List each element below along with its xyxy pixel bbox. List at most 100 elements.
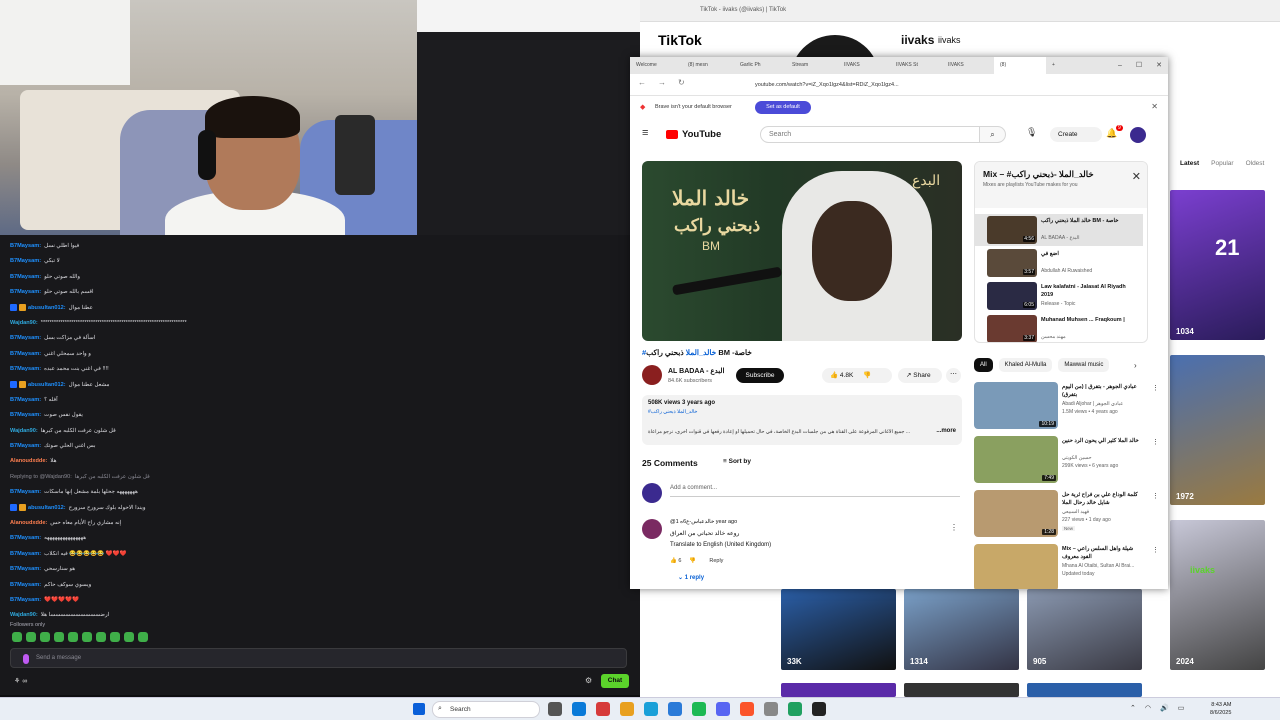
recommendation-item[interactable]: Mix – شيلة واهل السلس راعي الفود معروف Mh… (974, 544, 1164, 589)
chat-username[interactable]: B7Maysam: (10, 335, 41, 341)
tiktok-logo[interactable]: TikTok (658, 32, 702, 48)
browser-tab[interactable]: Stream (786, 57, 838, 74)
recommendation-title[interactable]: خالد الملا كثير الي يحون الرد حنين (1062, 437, 1142, 445)
chat-username[interactable]: B7Maysam: (10, 443, 41, 449)
tiktok-video-thumb[interactable]: iivaks 2024 (1170, 520, 1265, 670)
chip-mawwal-music[interactable]: Mawwal music (1058, 358, 1110, 372)
recommendation-title[interactable]: Mix – شيلة واهل السلس راعي الفود معروف (1062, 545, 1142, 561)
mix-item-thumbnail[interactable]: 4:56 (987, 216, 1037, 244)
recommendation-title[interactable]: عبادي الجوهر - بتفرق | (من اليوم بتفرق) (1062, 383, 1142, 399)
settings-icon[interactable] (764, 702, 778, 716)
browser-tab[interactable]: IIVAKS (838, 57, 890, 74)
search-icon[interactable]: ⌕ (980, 126, 1006, 143)
chevron-right-icon[interactable]: › (1134, 361, 1137, 370)
chip-all[interactable]: All (974, 358, 993, 372)
chat-username[interactable]: B7Maysam: (10, 289, 41, 295)
forward-icon[interactable]: → (658, 78, 666, 87)
chat-username[interactable]: B7Maysam: (10, 258, 41, 264)
tiktok-tab-title[interactable]: TikTok - iivaks (@iivaks) | TikTok (700, 7, 786, 13)
comment-menu-icon[interactable]: ⋮ (950, 523, 958, 532)
video-description[interactable]: 508K views 3 years ago #خالد_الملا ذبحني… (642, 395, 962, 445)
tiktok-video-thumb[interactable] (1027, 683, 1142, 697)
recommendation-menu-icon[interactable]: ⋮ (1152, 438, 1159, 446)
chat-username[interactable]: Wajdan90: (10, 612, 38, 618)
chat-username[interactable]: Wajdan90: (10, 320, 38, 326)
mix-item[interactable]: 3:37 Muhanad Muhsen ... Fraqkoum | مهند مح… (975, 313, 1143, 342)
chat-username[interactable]: B7Maysam: (10, 566, 41, 572)
mix-item-thumbnail[interactable]: 6:05 (987, 282, 1037, 310)
emote-icon[interactable] (12, 632, 22, 642)
emote-icon[interactable] (40, 632, 50, 642)
bits-icon[interactable] (23, 654, 29, 664)
volume-icon[interactable]: 🔊 (1160, 704, 1169, 712)
chat-message-input[interactable]: Send a message (10, 648, 627, 668)
share-button[interactable]: ↗ Share (898, 368, 942, 383)
task-view-icon[interactable] (548, 702, 562, 716)
chat-username[interactable]: abusultan012: (28, 305, 66, 311)
minimize-icon[interactable]: – (1118, 57, 1122, 74)
browser-tab[interactable]: IIVAKS (942, 57, 994, 74)
emote-icon[interactable] (124, 632, 134, 642)
chat-send-button[interactable]: Chat (601, 674, 629, 688)
recommendation-menu-icon[interactable]: ⋮ (1152, 546, 1159, 554)
tiktok-video-thumb[interactable]: 905 (1027, 589, 1142, 670)
emote-icon[interactable] (68, 632, 78, 642)
recommendation-thumbnail[interactable] (974, 544, 1058, 589)
browser-tab[interactable]: IIVAKS St (890, 57, 942, 74)
chip-khaled-al-mulla[interactable]: Khaled Al-Mulla (998, 358, 1053, 372)
taskbar-search[interactable]: ⌕ Search (432, 701, 540, 718)
recommendation-thumbnail[interactable]: 10:19 (974, 382, 1058, 429)
recommendation-item[interactable]: 7:49 خالد الملا كثير الي يحون الرد حنين حس… (974, 436, 1164, 486)
wifi-icon[interactable]: ◠ (1145, 704, 1151, 712)
banner-close-icon[interactable]: ✕ (1151, 102, 1158, 111)
tiktok-video-thumb[interactable]: 21 1034 (1170, 190, 1265, 340)
recommendation-menu-icon[interactable]: ⋮ (1152, 492, 1159, 500)
recommendation-title[interactable]: كلمة الوداع علي بن فراح ثرية حل شايل خال… (1062, 491, 1142, 507)
app-icon[interactable] (668, 702, 682, 716)
emote-icon[interactable] (96, 632, 106, 642)
recommendation-thumbnail[interactable]: 1:28 (974, 490, 1058, 537)
voice-search-icon[interactable]: 🎙 (1026, 127, 1037, 138)
close-icon[interactable]: ✕ (1132, 170, 1141, 183)
chat-username[interactable]: B7Maysam: (10, 412, 41, 418)
app-icon[interactable] (596, 702, 610, 716)
edge-icon[interactable] (572, 702, 586, 716)
chat-username[interactable]: B7Maysam: (10, 243, 41, 249)
youtube-logo[interactable]: YouTube (682, 129, 721, 140)
new-tab-icon[interactable]: + (1046, 57, 1062, 74)
emote-icon[interactable] (110, 632, 120, 642)
chat-username[interactable]: B7Maysam: (10, 274, 41, 280)
mix-title[interactable]: Mix – #خالد_الملا -ذبحني راكب (983, 169, 1094, 180)
browser-tab[interactable]: (8) mesn (682, 57, 734, 74)
browser-tab[interactable]: Welcome (630, 57, 682, 74)
mix-item[interactable]: 4:56 خالد الملا ذبحني راكب BM - خاصة AL BA… (975, 214, 1143, 246)
add-comment-input[interactable]: Add a comment... (670, 485, 960, 497)
emote-icon[interactable] (54, 632, 64, 642)
recommendation-channel[interactable]: Mhana Al Otaibi, Sultan Al Brai... (1062, 563, 1142, 569)
discord-icon[interactable] (716, 702, 730, 716)
thumb-down-icon[interactable]: 👎 (863, 372, 871, 379)
chevron-up-icon[interactable]: ⌃ (1130, 704, 1136, 712)
chat-username[interactable]: B7Maysam: (10, 551, 41, 557)
mix-item-thumbnail[interactable]: 3:57 (987, 249, 1037, 277)
chrome-icon[interactable] (620, 702, 634, 716)
tiktok-video-thumb[interactable] (904, 683, 1019, 697)
app-icon[interactable] (788, 702, 802, 716)
menu-icon[interactable]: ≡ (642, 127, 648, 139)
browser-tab[interactable]: Garlic Ph (734, 57, 786, 74)
taskbar-clock[interactable]: 8:43 AM 8/6/2025 (1210, 701, 1231, 717)
channel-points[interactable]: ⚘ ∞ (14, 677, 27, 685)
tab-oldest[interactable]: Oldest (1246, 160, 1265, 167)
chat-username[interactable]: B7Maysam: (10, 397, 41, 403)
recommendation-channel[interactable]: حسين الكويتي (1062, 455, 1142, 461)
mix-item-title[interactable]: Law kalafatni - Jalasat Al Riyadh 2019 (1041, 283, 1137, 299)
description-tags[interactable]: #خالد_الملا ذبحني راكب (648, 409, 698, 415)
set-as-default-button[interactable]: Set as default (755, 101, 811, 114)
mix-item[interactable]: 3:57 اضع في Abdullah Al Ruwaished (975, 247, 1143, 279)
chat-username[interactable]: B7Maysam: (10, 597, 41, 603)
chat-username[interactable]: B7Maysam: (10, 535, 41, 541)
chat-username[interactable]: Alanoudxdde: (10, 458, 47, 464)
recommendation-menu-icon[interactable]: ⋮ (1152, 384, 1159, 392)
emote-icon[interactable] (26, 632, 36, 642)
mix-item-thumbnail[interactable]: 3:37 (987, 315, 1037, 342)
